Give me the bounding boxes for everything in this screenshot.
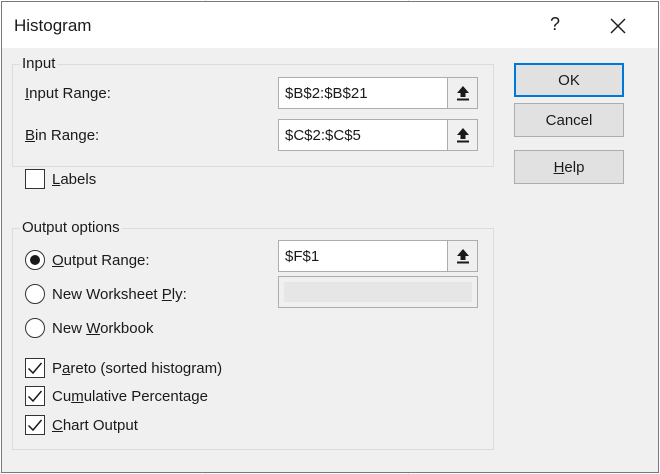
output-range-label[interactable]: Output Range: (52, 252, 150, 269)
up-arrow-collapse-icon[interactable] (447, 78, 477, 108)
label-accel: H (553, 158, 565, 176)
new-worksheet-label[interactable]: New Worksheet Ply: (52, 286, 187, 303)
label-accel: O (52, 252, 64, 269)
ok-button[interactable]: OK (514, 63, 624, 97)
pareto-checkbox[interactable] (25, 358, 45, 378)
label-accel: m (71, 388, 84, 405)
label-part: orkbook (100, 320, 154, 337)
labels-checkbox-label[interactable]: Labels (52, 171, 96, 188)
disabled-field-fill (284, 282, 472, 302)
output-range-value[interactable]: $F$1 (279, 248, 447, 265)
label-part: nput Range: (29, 85, 111, 102)
help-question-icon[interactable]: ? (545, 14, 565, 38)
label-part: elp (564, 158, 585, 176)
new-worksheet-name-field (278, 276, 478, 308)
radio-selected-dot (30, 255, 40, 265)
pareto-label[interactable]: Pareto (sorted histogram) (52, 360, 222, 377)
label-part: utput Range: (63, 252, 150, 269)
new-workbook-radio[interactable] (25, 318, 45, 338)
up-arrow-collapse-icon[interactable] (447, 120, 477, 150)
label-part: New (52, 320, 87, 337)
input-group-title: Input (20, 55, 58, 72)
title-bar: Histogram ? (2, 2, 658, 48)
label-accel: B (25, 127, 36, 144)
label-accel: W (86, 320, 101, 337)
labels-checkbox[interactable] (25, 169, 45, 189)
label-part: Cu (52, 388, 72, 405)
dialog-body: Input Input Range: $B$2:$B$21 Bin Range:… (2, 48, 658, 472)
chart-output-label[interactable]: Chart Output (52, 417, 138, 434)
label-part: P (52, 360, 63, 377)
new-workbook-label[interactable]: New Workbook (52, 320, 153, 337)
label-part: New Worksheet (52, 286, 162, 303)
checkmark-icon (27, 362, 43, 375)
cumulative-percentage-checkbox[interactable] (25, 386, 45, 406)
cancel-button[interactable]: Cancel (514, 103, 624, 137)
output-group-title: Output options (20, 219, 122, 236)
new-worksheet-radio[interactable] (25, 284, 45, 304)
checkmark-icon (27, 419, 43, 432)
output-range-field[interactable]: $F$1 (278, 240, 478, 272)
input-range-label: Input Range: (25, 85, 111, 102)
input-range-value[interactable]: $B$2:$B$21 (279, 85, 447, 102)
checkmark-icon (27, 390, 43, 403)
label-part: ulative Percentage (83, 388, 208, 405)
bin-range-value[interactable]: $C$2:$C$5 (279, 127, 447, 144)
input-range-field[interactable]: $B$2:$B$21 (278, 77, 478, 109)
bin-range-field[interactable]: $C$2:$C$5 (278, 119, 478, 151)
label-part: reto (sorted histogram) (70, 360, 223, 377)
chart-output-checkbox[interactable] (25, 415, 45, 435)
label-part: abels (60, 171, 97, 188)
cumulative-percentage-label[interactable]: Cumulative Percentage (52, 388, 208, 405)
dialog-title: Histogram (14, 16, 92, 35)
output-range-radio[interactable] (25, 250, 45, 270)
up-arrow-collapse-icon[interactable] (447, 241, 477, 271)
label-accel: P (161, 286, 172, 303)
label-part: hart Output (62, 417, 138, 434)
label-part: ly: (171, 286, 187, 303)
bin-range-label: Bin Range: (25, 127, 99, 144)
histogram-dialog: Histogram ? Input Input Range: $B$2:$B$2… (1, 1, 659, 473)
label-part: in Range: (35, 127, 100, 144)
close-icon[interactable] (606, 14, 630, 38)
help-button[interactable]: Help (514, 150, 624, 184)
label-accel: C (52, 417, 63, 434)
